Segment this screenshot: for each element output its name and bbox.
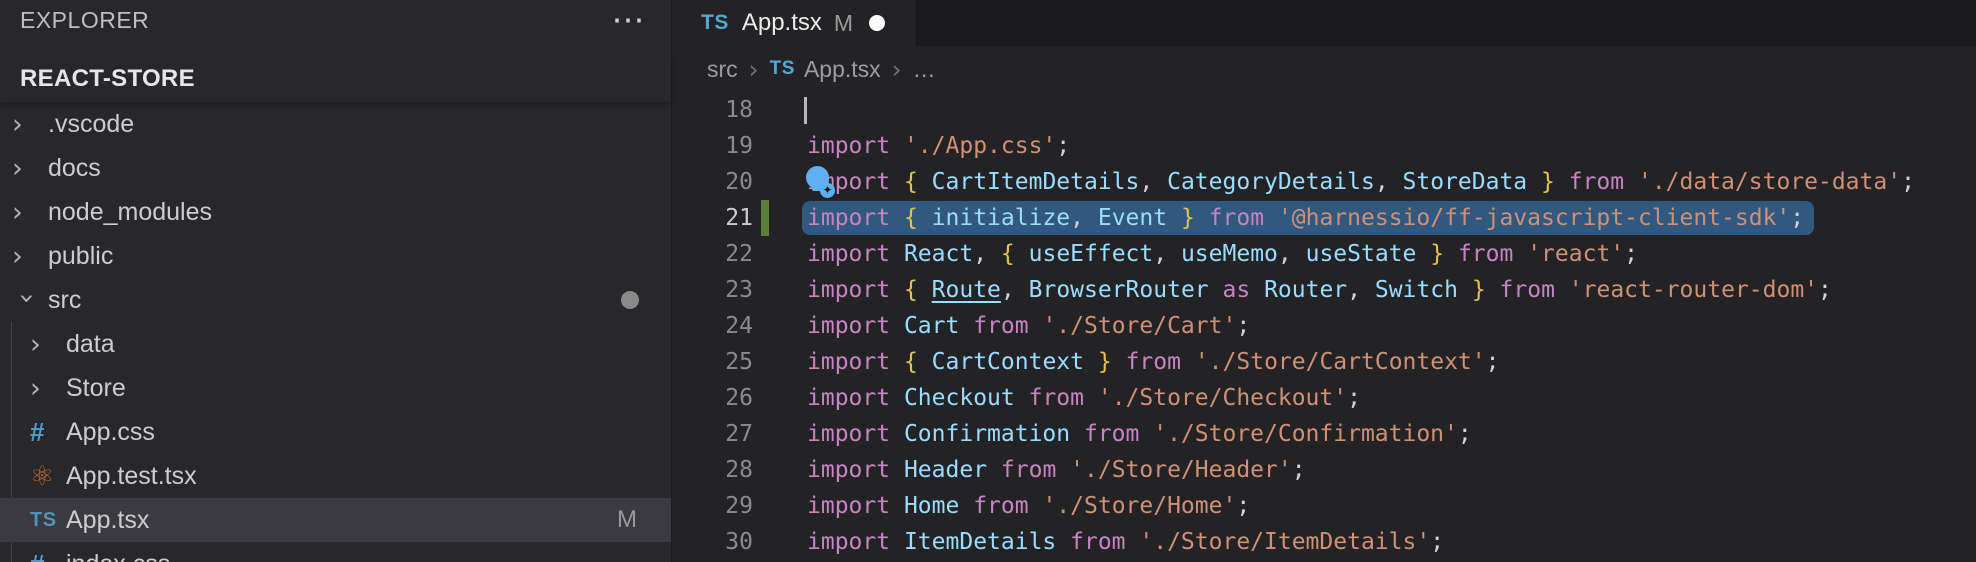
chevron-right-icon[interactable]: › <box>30 329 60 360</box>
code-line-30: 30 import ItemDetails from './Store/ItemD… <box>673 524 1976 560</box>
react-file-icon: ⚛ <box>30 461 60 492</box>
unsaved-dot-icon[interactable] <box>869 15 885 31</box>
code-line-29: 29 import Home from './Store/Home'; <box>673 488 1976 524</box>
code-line-25: 25 import { CartContext } from './Store/C… <box>673 344 1976 380</box>
tree-item-index-css[interactable]: # index.css <box>0 542 671 562</box>
tree-item-label: docs <box>48 154 101 183</box>
chevron-right-icon[interactable]: › <box>12 197 42 228</box>
tree-item-label: src <box>48 286 81 315</box>
code-line-21: 21 import { initialize, Event } from '@ha… <box>673 200 1976 236</box>
code-line-text[interactable]: import Confirmation from './Store/Confir… <box>807 416 1472 452</box>
tree-item-label: node_modules <box>48 198 212 227</box>
tree-item-label: data <box>66 330 115 359</box>
code-line-22: 22 import React, { useEffect, useMemo, us… <box>673 236 1976 272</box>
lightbulb-sparkle-badge-icon: ✦ <box>820 183 835 198</box>
tree-item-label: App.tsx <box>66 506 149 535</box>
code-line-text[interactable]: import './App.css'; <box>807 128 1070 164</box>
tree-item-label: App.test.tsx <box>66 462 197 491</box>
line-number: 18 <box>673 92 753 128</box>
chevron-right-icon[interactable]: › <box>12 153 42 184</box>
explorer-sidebar: EXPLORER ⋯ REACT-STORE ›.vscode›docs›nod… <box>0 0 672 562</box>
explorer-title: EXPLORER <box>20 7 149 34</box>
code-line-text[interactable]: import Checkout from './Store/Checkout'; <box>807 380 1361 416</box>
line-number: 26 <box>673 380 753 416</box>
tree-item-vscode[interactable]: ›.vscode <box>0 102 671 146</box>
file-tree: ›.vscode›docs›node_modules›public›src›da… <box>0 102 671 562</box>
tree-item-store[interactable]: ›Store <box>0 366 671 410</box>
added-line-gutter-indicator[interactable] <box>761 200 769 236</box>
tab-bar: TS App.tsx M <box>673 0 1976 46</box>
typescript-icon: TS <box>770 58 795 80</box>
tab-title: App.tsx <box>742 9 822 37</box>
tree-item-label: index.css <box>66 550 170 562</box>
line-number: 25 <box>673 344 753 380</box>
vscode-window: EXPLORER ⋯ REACT-STORE ›.vscode›docs›nod… <box>0 0 1976 562</box>
line-number: 29 <box>673 488 753 524</box>
breadcrumb-item-app-tsx[interactable]: App.tsx <box>804 56 881 83</box>
code-line-text[interactable]: import { initialize, Event } from '@harn… <box>807 200 1804 236</box>
line-number: 21 <box>673 200 753 236</box>
line-number: 19 <box>673 128 753 164</box>
code-line-24: 24 import Cart from './Store/Cart'; <box>673 308 1976 344</box>
tree-item-public[interactable]: ›public <box>0 234 671 278</box>
modified-dot-icon <box>621 291 639 309</box>
tree-item-app-css[interactable]: #App.css <box>0 410 671 454</box>
breadcrumb-separator-icon: › <box>892 55 902 84</box>
tab-app-tsx[interactable]: TS App.tsx M <box>673 0 917 46</box>
ts-file-icon: TS <box>30 509 60 532</box>
breadcrumb-item-src[interactable]: src <box>707 56 738 83</box>
line-number: 20 <box>673 164 753 200</box>
chevron-right-icon[interactable]: › <box>30 373 60 404</box>
code-line-text[interactable]: import { Route, BrowserRouter as Router,… <box>807 272 1832 308</box>
code-line-18: 18 <box>673 92 1976 128</box>
tab-modified-badge: M <box>834 10 853 37</box>
chevron-right-icon[interactable]: › <box>12 241 42 272</box>
code-line-text[interactable]: import ItemDetails from './Store/ItemDet… <box>807 524 1444 560</box>
line-number: 24 <box>673 308 753 344</box>
line-number: 28 <box>673 452 753 488</box>
tree-item-node-modules[interactable]: ›node_modules <box>0 190 671 234</box>
section-header-react-store[interactable]: REACT-STORE <box>0 56 671 102</box>
tree-item-label: App.css <box>66 418 155 447</box>
code-line-text[interactable]: import Header from './Store/Header'; <box>807 452 1306 488</box>
line-number: 30 <box>673 524 753 560</box>
tree-item-src[interactable]: ›src <box>0 278 671 322</box>
tree-item-label: .vscode <box>48 110 134 139</box>
line-number: 22 <box>673 236 753 272</box>
line-number: 23 <box>673 272 753 308</box>
chevron-right-icon[interactable]: › <box>12 109 42 140</box>
code-line-26: 26 import Checkout from './Store/Checkout… <box>673 380 1976 416</box>
more-actions-icon[interactable]: ⋯ <box>612 10 646 30</box>
explorer-header: EXPLORER ⋯ <box>0 0 671 40</box>
code-line-23: 23 import { Route, BrowserRouter as Route… <box>673 272 1976 308</box>
code-line-text[interactable]: import { CartItemDetails, CategoryDetail… <box>807 164 1915 200</box>
css-file-icon: # <box>30 417 60 448</box>
typescript-icon: TS <box>701 11 729 35</box>
code-line-text[interactable]: import Home from './Store/Home'; <box>807 488 1250 524</box>
code-view: 1819 import './App.css'; 20 import { CartIt… <box>673 92 1976 562</box>
code-line-19: 19 import './App.css'; <box>673 128 1976 164</box>
tree-item-app-tsx[interactable]: TS App.tsx M <box>0 498 671 542</box>
css-file-icon: # <box>30 549 60 562</box>
code-line-text[interactable]: import React, { useEffect, useMemo, useS… <box>807 236 1638 272</box>
code-line-text[interactable]: import Cart from './Store/Cart'; <box>807 308 1250 344</box>
tree-item-app-test-tsx[interactable]: ⚛App.test.tsx <box>0 454 671 498</box>
tree-item-label: Store <box>66 374 126 403</box>
code-line-20: 20 import { CartItemDetails, CategoryDeta… <box>673 164 1976 200</box>
code-line-27: 27 import Confirmation from './Store/Conf… <box>673 416 1976 452</box>
breadcrumb: src › TS App.tsx › … <box>673 46 1976 92</box>
breadcrumb-item-[interactable]: … <box>913 56 936 83</box>
tree-item-label: public <box>48 242 113 271</box>
text-cursor <box>804 97 807 124</box>
git-modified-badge: M <box>617 506 637 534</box>
line-number: 27 <box>673 416 753 452</box>
code-line-text[interactable]: import { CartContext } from './Store/Car… <box>807 344 1499 380</box>
tree-item-docs[interactable]: ›docs <box>0 146 671 190</box>
code-line-28: 28 import Header from './Store/Header'; <box>673 452 1976 488</box>
chevron-down-icon[interactable]: › <box>12 283 43 313</box>
tree-item-data[interactable]: ›data <box>0 322 671 366</box>
editor-area: TS App.tsx M src › TS App.tsx › … 1819 import … <box>673 0 1976 562</box>
breadcrumb-separator-icon: › <box>749 55 759 84</box>
